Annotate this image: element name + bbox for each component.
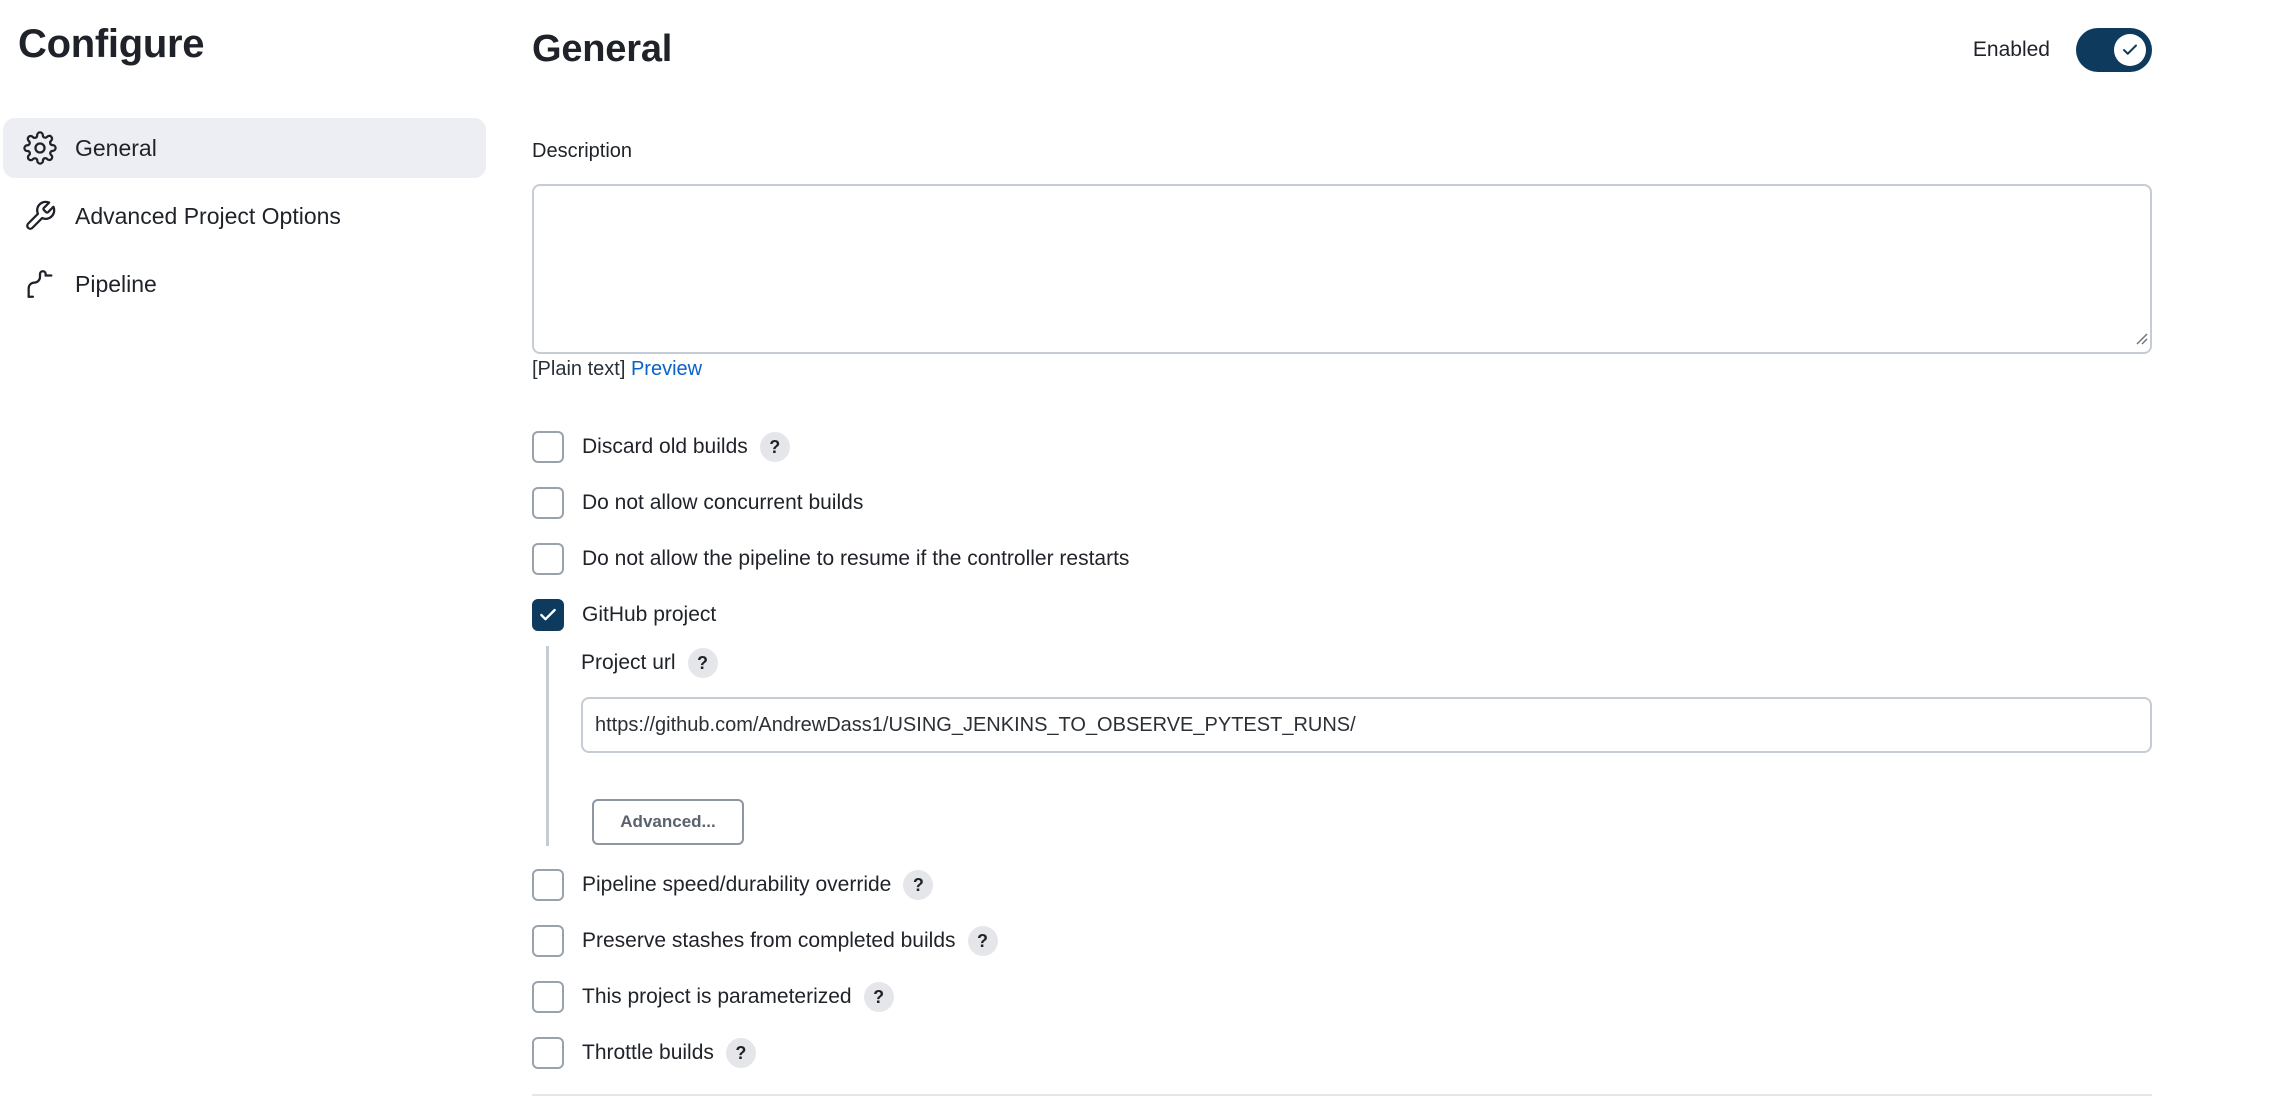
option-label: Discard old builds (582, 435, 748, 458)
sidebar-item-pipeline[interactable]: Pipeline (3, 254, 486, 314)
pipeline-icon (23, 267, 57, 301)
option-github-project: GitHub project (532, 599, 716, 631)
description-wrapper (532, 184, 2152, 354)
configure-page: Configure General Advanced Project Optio… (0, 0, 2290, 1099)
advanced-button[interactable]: Advanced... (592, 799, 744, 845)
format-text: [Plain text] (532, 358, 626, 380)
sidebar-title: Configure (18, 22, 205, 66)
option-pipeline-durability: Pipeline speed/durability override ? (532, 869, 934, 901)
check-icon (540, 608, 556, 621)
sidebar-nav: General Advanced Project Options Pipelin… (3, 118, 486, 322)
wrench-icon (23, 199, 57, 233)
resize-grip-icon[interactable] (2134, 331, 2148, 350)
option-no-concurrent-builds: Do not allow concurrent builds (532, 487, 863, 519)
github-project-checkbox[interactable] (532, 599, 564, 631)
preview-link[interactable]: Preview (631, 358, 702, 380)
sidebar-item-advanced-project-options[interactable]: Advanced Project Options (3, 186, 486, 246)
option-throttle-builds: Throttle builds ? (532, 1037, 756, 1069)
option-label: Do not allow the pipeline to resume if t… (582, 547, 1130, 570)
pipeline-durability-checkbox[interactable] (532, 869, 564, 901)
sidebar-item-label: Pipeline (75, 270, 157, 297)
help-icon[interactable]: ? (967, 926, 998, 956)
option-preserve-stashes: Preserve stashes from completed builds ? (532, 925, 998, 957)
enabled-label: Enabled (1972, 38, 2050, 61)
description-textarea[interactable] (532, 184, 2152, 354)
help-icon[interactable]: ? (863, 982, 894, 1012)
option-label: Preserve stashes from completed builds (582, 929, 956, 952)
sidebar-item-label: Advanced Project Options (75, 202, 341, 229)
option-label: GitHub project (582, 603, 717, 626)
option-parameterized: This project is parameterized ? (532, 981, 894, 1013)
help-icon[interactable]: ? (759, 432, 790, 462)
check-icon (2114, 34, 2146, 66)
description-label: Description (532, 140, 633, 162)
section-divider (532, 1094, 2152, 1096)
page-title: General (532, 28, 673, 70)
project-url-label-text: Project url (581, 651, 676, 674)
no-concurrent-builds-checkbox[interactable] (532, 487, 564, 519)
nested-indicator (546, 646, 549, 846)
description-format: [Plain text] Preview (532, 358, 702, 381)
project-url-input[interactable] (581, 697, 2152, 753)
sidebar-item-label: General (75, 134, 157, 161)
option-label: Throttle builds (582, 1041, 714, 1064)
discard-old-builds-checkbox[interactable] (532, 431, 564, 463)
sidebar-item-general[interactable]: General (3, 118, 486, 178)
option-label: Do not allow concurrent builds (582, 491, 864, 514)
option-discard-old-builds: Discard old builds ? (532, 431, 790, 463)
project-url-label: Project url ? (581, 648, 718, 678)
option-no-resume: Do not allow the pipeline to resume if t… (532, 543, 1129, 575)
help-icon[interactable]: ? (725, 1038, 756, 1068)
gear-icon (23, 131, 57, 165)
help-icon[interactable]: ? (903, 870, 934, 900)
enabled-control: Enabled (1973, 28, 2152, 72)
option-label: This project is parameterized (582, 985, 852, 1008)
preserve-stashes-checkbox[interactable] (532, 925, 564, 957)
help-icon[interactable]: ? (687, 648, 718, 678)
parameterized-checkbox[interactable] (532, 981, 564, 1013)
enabled-toggle[interactable] (2076, 28, 2152, 72)
option-label: Pipeline speed/durability override (582, 873, 892, 896)
throttle-builds-checkbox[interactable] (532, 1037, 564, 1069)
no-resume-checkbox[interactable] (532, 543, 564, 575)
